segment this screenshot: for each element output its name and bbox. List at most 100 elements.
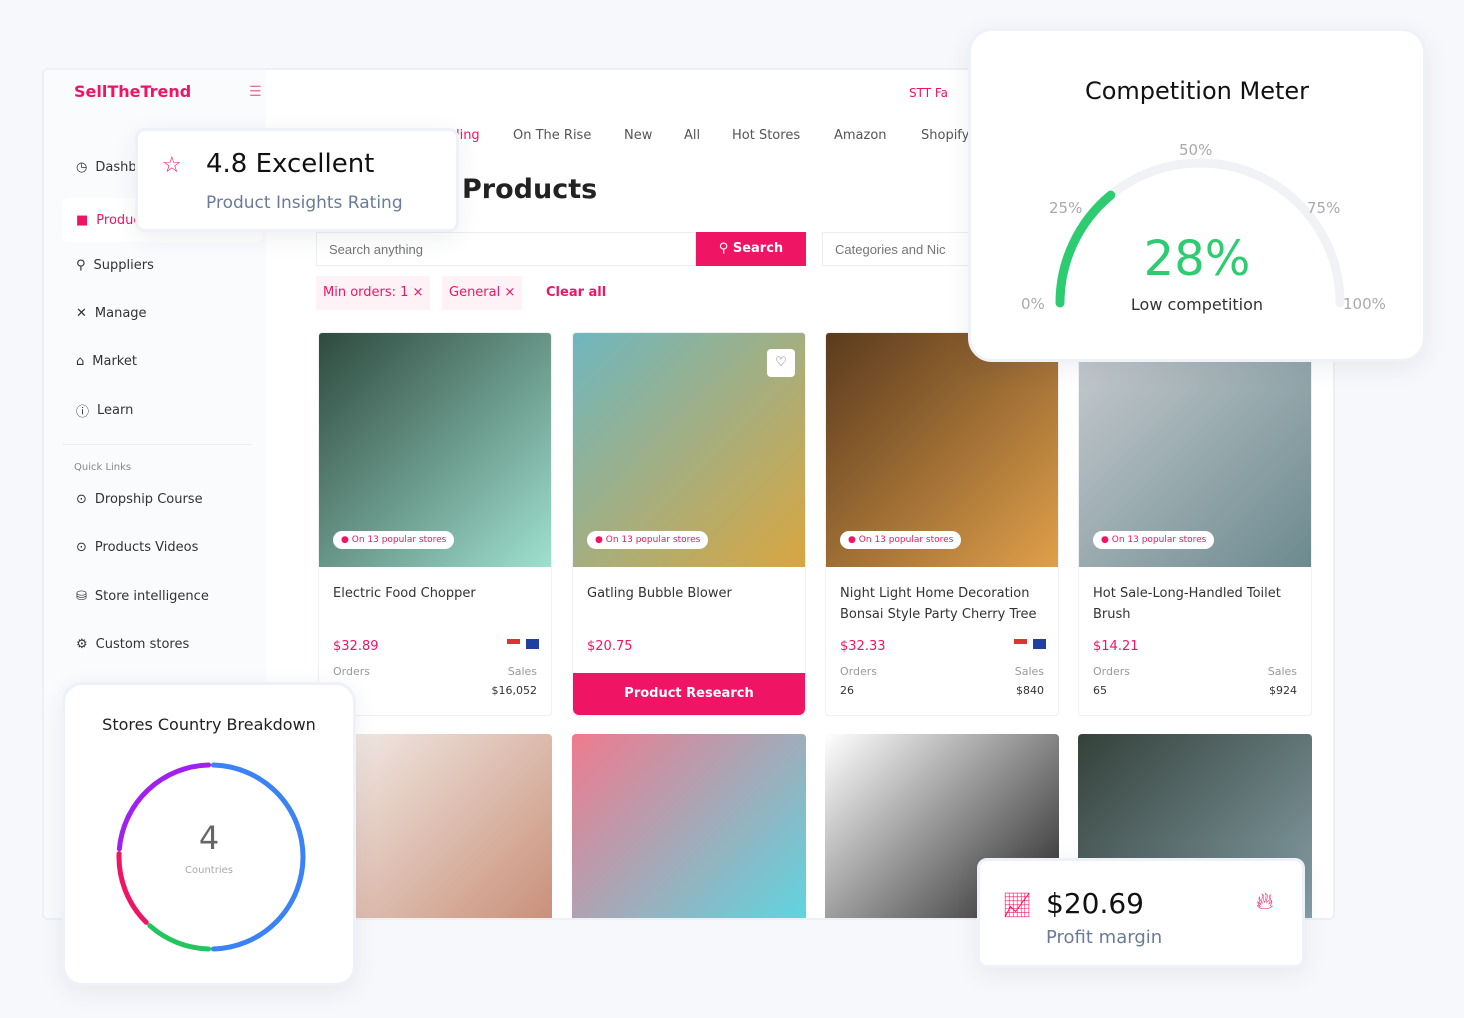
sales-label: Sales: [1267, 665, 1297, 678]
us-flag-icon: [507, 639, 520, 649]
popular-stores-badge: ● On 13 popular stores: [1093, 531, 1215, 549]
product-name[interactable]: Gatling Bubble Blower: [587, 583, 797, 604]
play-circle-icon: ⊙: [76, 540, 87, 555]
sidebar-item-market[interactable]: ⌂ Market: [76, 354, 137, 369]
favorite-button[interactable]: ♡: [767, 349, 795, 377]
product-image[interactable]: [572, 734, 806, 918]
product-price: $14.21: [1093, 639, 1139, 654]
location-icon: ⚲: [76, 258, 86, 273]
country-flags: [1008, 639, 1046, 652]
menu-icon[interactable]: ☰: [249, 84, 262, 100]
tab-amazon[interactable]: Amazon: [834, 128, 887, 143]
sidebar-item-label: Manage: [94, 306, 147, 321]
quick-link-store-intelligence[interactable]: ⛁ Store intelligence: [76, 589, 209, 604]
product-card[interactable]: ● On 13 popular stores Hot Sale-Long-Han…: [1078, 332, 1312, 716]
flame-icon: ●: [1101, 535, 1109, 545]
sidebar-item-label: Store intelligence: [94, 589, 209, 604]
stt-link[interactable]: STT Fa: [909, 86, 948, 100]
profit-card: 📈︎ $20.69 Profit margin 🔥︎: [977, 858, 1305, 968]
tab-on-the-rise[interactable]: On The Rise: [513, 128, 591, 143]
eu-flag-icon: [526, 639, 539, 649]
sales-value: $924: [1269, 684, 1297, 697]
countries-count: 4: [198, 819, 220, 857]
tab-new[interactable]: New: [624, 128, 652, 143]
competition-label: Low competition: [1130, 295, 1264, 314]
product-price: $20.75: [587, 639, 633, 654]
rating-card: ☆ 4.8 Excellent Product Insights Rating: [135, 128, 459, 232]
tab-shopify[interactable]: Shopify: [921, 128, 969, 143]
flame-icon: ●: [595, 535, 603, 545]
orders-label: Orders: [1093, 665, 1130, 678]
product-price: $32.33: [840, 639, 886, 654]
orders-label: Orders: [333, 665, 370, 678]
quick-link-custom-stores[interactable]: ⚙ Custom stores: [76, 637, 189, 652]
quick-link-dropship-course[interactable]: ⊙ Dropship Course: [76, 492, 203, 507]
product-card[interactable]: ● On 13 popular stores Electric Food Cho…: [318, 332, 552, 716]
gear-icon: ⚙: [76, 637, 88, 652]
popular-stores-badge: ● On 13 popular stores: [840, 531, 962, 549]
product-name[interactable]: Hot Sale-Long-Handled Toilet Brush: [1093, 583, 1303, 625]
product-card[interactable]: ● On 13 popular stores Night Light Home …: [825, 332, 1059, 716]
tick-75: 75%: [1307, 199, 1341, 217]
orders-label: Orders: [840, 665, 877, 678]
flame-icon: 🔥︎: [1256, 887, 1274, 915]
gauge-icon: ◷: [76, 160, 88, 175]
tools-icon: ✕: [76, 306, 87, 321]
tick-50: 50%: [1179, 141, 1213, 159]
page-title: Products: [462, 174, 598, 205]
competition-value: 28%: [1143, 231, 1251, 287]
filter-chip-general[interactable]: General ×: [442, 276, 523, 310]
sales-label: Sales: [1014, 665, 1044, 678]
bag-icon: ■: [76, 212, 89, 228]
logo[interactable]: SellTheTrend: [74, 82, 191, 101]
rating-subtitle: Product Insights Rating: [206, 193, 403, 213]
sidebar-item-label: Custom stores: [95, 637, 190, 652]
tab-hot-stores[interactable]: Hot Stores: [732, 128, 800, 143]
clear-all-link[interactable]: Clear all: [546, 285, 606, 300]
badge-text: On 13 popular stores: [605, 535, 701, 545]
heart-icon: ♡: [775, 355, 787, 370]
search-button-label: Search: [732, 241, 784, 256]
play-circle-icon: ⊙: [76, 492, 87, 507]
orders-value: 26: [840, 684, 854, 697]
profit-label: Profit margin: [1046, 927, 1163, 948]
product-name[interactable]: Night Light Home Decoration Bonsai Style…: [840, 583, 1050, 625]
sidebar-item-manage[interactable]: ✕ Manage: [76, 306, 147, 321]
info-icon: ⓘ: [76, 405, 90, 420]
badge-text: On 13 popular stores: [351, 535, 447, 545]
quick-links-heading: Quick Links: [74, 462, 132, 473]
sales-label: Sales: [507, 665, 537, 678]
search-icon: ⚲: [718, 241, 733, 256]
tab-all[interactable]: All: [684, 128, 700, 143]
sidebar-item-suppliers[interactable]: ⚲ Suppliers: [76, 258, 154, 273]
profit-value: $20.69: [1046, 887, 1144, 920]
store-icon: ⛁: [76, 589, 87, 604]
gauge: [1055, 158, 1345, 308]
sidebar-item-label: Products Videos: [94, 540, 199, 555]
sidebar-item-learn[interactable]: ⓘ Learn: [76, 401, 133, 420]
filter-chip-min-orders[interactable]: Min orders: 1 ×: [316, 276, 431, 310]
sales-value: $840: [1016, 684, 1044, 697]
search-input[interactable]: [316, 232, 696, 266]
divider: [62, 444, 252, 445]
popular-stores-badge: ● On 13 popular stores: [333, 531, 455, 549]
sidebar-item-label: Suppliers: [93, 258, 154, 273]
sidebar-item-label: Dropship Course: [94, 492, 203, 507]
quick-link-products-videos[interactable]: ⊙ Products Videos: [76, 540, 198, 555]
stores-breakdown-card: Stores Country Breakdown 4 Countries: [62, 682, 356, 986]
orders-value: 65: [1093, 684, 1107, 697]
country-flags: [501, 639, 539, 652]
us-flag-icon: [1014, 639, 1027, 649]
home-icon: ⌂: [76, 354, 85, 369]
product-name[interactable]: Electric Food Chopper: [333, 583, 543, 604]
sales-value: $16,052: [491, 684, 538, 697]
search-button[interactable]: ⚲ Search: [696, 232, 806, 266]
flame-icon: ●: [341, 535, 349, 545]
popular-stores-badge: ● On 13 popular stores: [587, 531, 709, 549]
product-research-button[interactable]: Product Research: [573, 673, 805, 715]
rating-score: 4.8 Excellent: [206, 149, 375, 179]
donut-segment: [147, 923, 212, 952]
badge-text: On 13 popular stores: [858, 535, 954, 545]
product-card[interactable]: ● On 13 popular stores Gatling Bubble Bl…: [572, 332, 806, 716]
eu-flag-icon: [1033, 639, 1046, 649]
